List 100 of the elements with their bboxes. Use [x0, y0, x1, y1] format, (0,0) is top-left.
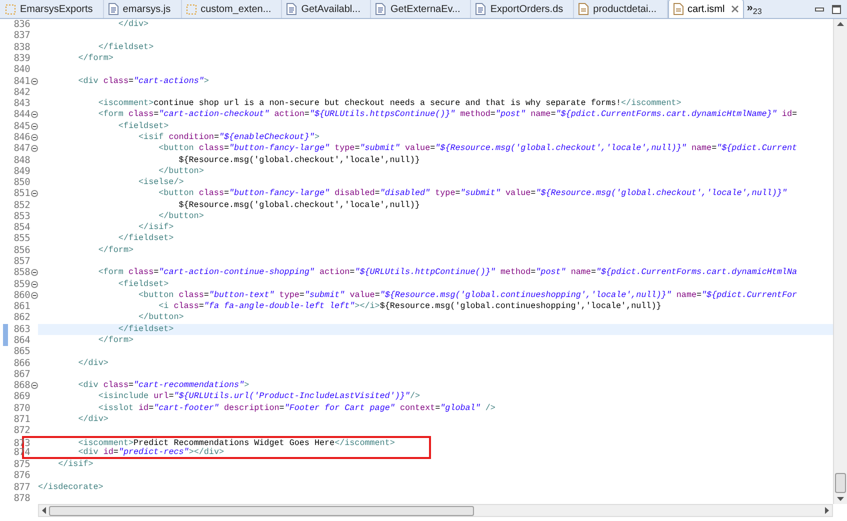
- scroll-down-icon[interactable]: [837, 497, 844, 502]
- editor-tab[interactable]: custom_exten...: [182, 0, 282, 18]
- line-number: 866: [12, 358, 30, 368]
- line-number: 837: [12, 31, 30, 40]
- minimize-icon[interactable]: [815, 5, 824, 13]
- code-line: ${Resource.msg('global.checkout','locale',null)}: [178, 156, 420, 165]
- line-number: 854: [12, 223, 30, 232]
- maximize-icon[interactable]: [832, 4, 841, 14]
- code-line: <fieldset>: [117, 122, 169, 131]
- collapse-icon[interactable]: [30, 269, 38, 276]
- code-line: <isinclude url="${URLUtils.url('Product-IncludeLastVisited')}"/>: [97, 392, 420, 402]
- collapse-icon[interactable]: [30, 134, 38, 141]
- file-icon: [475, 3, 486, 15]
- line-number: 870: [12, 404, 30, 413]
- line-number: 869: [12, 392, 30, 402]
- collapse-icon[interactable]: [30, 292, 38, 299]
- line-number: 858: [12, 268, 30, 278]
- scroll-up-icon[interactable]: [837, 21, 844, 26]
- close-icon[interactable]: [730, 5, 739, 13]
- line-number: 857: [12, 257, 30, 266]
- line-number: 861: [12, 302, 30, 312]
- line-number: 851: [12, 189, 30, 198]
- editor-tab[interactable]: GetAvailabl...: [282, 0, 372, 18]
- code-line: </fieldset>: [97, 42, 154, 52]
- folder-icon: [186, 4, 197, 14]
- line-number: 836: [12, 20, 30, 30]
- file-icon: [375, 3, 386, 15]
- line-number: 875: [12, 460, 30, 470]
- code-line: <i class="fa fa-angle-double-left left"></i>${Resource.msg('global.continueshopping','locale',null)}: [158, 302, 662, 312]
- horizontal-scrollbar[interactable]: [38, 504, 833, 517]
- line-number: 863: [12, 324, 30, 334]
- code-line: </button>: [158, 166, 204, 176]
- vertical-scrollbar[interactable]: [833, 19, 847, 504]
- code-line: </fieldset>: [117, 234, 174, 244]
- editor-tab[interactable]: ExportOrders.ds: [471, 0, 574, 18]
- line-number: 860: [12, 290, 30, 300]
- code-line: </button>: [138, 313, 184, 322]
- line-number: 841: [12, 76, 30, 86]
- line-number: 840: [12, 65, 30, 74]
- editor-tab[interactable]: GetExternaEv...: [371, 0, 472, 18]
- editor-tab[interactable]: cart.isml: [668, 0, 744, 18]
- line-number: 856: [12, 246, 30, 255]
- collapse-icon[interactable]: [30, 145, 38, 152]
- file-icon: [286, 3, 298, 15]
- line-number: 864: [12, 336, 30, 346]
- collapse-icon[interactable]: [30, 78, 38, 85]
- line-number: 844: [12, 110, 30, 120]
- line-number: 842: [12, 88, 30, 97]
- line-number: 838: [12, 42, 30, 52]
- code-line: </div>: [117, 20, 149, 30]
- code-line: <isslot id="cart-footer" description="Footer for Cart page" context="global" />: [97, 404, 496, 413]
- code-line: </isdecorate>: [38, 482, 104, 492]
- file-icon: [672, 3, 684, 15]
- collapse-icon[interactable]: [30, 111, 38, 118]
- code-line: <button class="button-fancy-large" disabled="disabled" type="submit" value="${Resource.msg('global.checkout','locale',null)}": [158, 189, 787, 198]
- line-number: 847: [12, 144, 30, 154]
- collapse-icon[interactable]: [30, 190, 38, 198]
- line-number: 849: [12, 166, 30, 176]
- line-number: 878: [12, 494, 30, 503]
- scroll-thumb[interactable]: [49, 506, 474, 516]
- code-line: <button class="button-text" type="submit" value="${Resource.msg('global.continueshopping','locale',null)}" name="${pdict.CurrentFor: [138, 290, 798, 300]
- code-line: <button class="button-fancy-large" type="submit" value="${Resource.msg('global.checkout','locale',null)}" name="${pdict.Current: [158, 144, 798, 154]
- code-line: <iscomment>Predict Recommendations Widget Goes Here</iscomment>: [77, 438, 395, 448]
- code-line: </div>: [77, 414, 108, 424]
- collapse-icon[interactable]: [30, 280, 38, 288]
- code-line: </div>: [77, 358, 108, 368]
- line-number: 868: [12, 381, 30, 390]
- editor-tab[interactable]: emarsys.js: [104, 0, 182, 18]
- line-number: 867: [12, 370, 30, 379]
- editor-tab[interactable]: productdetai...: [574, 0, 668, 18]
- code-line: </fieldset>: [117, 324, 174, 334]
- code-line: <isif condition="${enableCheckout}">: [138, 132, 320, 142]
- line-number: 850: [12, 178, 30, 188]
- collapse-icon[interactable]: [30, 382, 38, 390]
- folder-icon: [5, 4, 16, 14]
- code-line: <form class="cart-action-continue-shopping" action="${URLUtils.httpContinue()}" method="post" name="${pdict.CurrentForms.cart.dynamicHtmlNa: [97, 268, 798, 278]
- code-line: <fieldset>: [117, 280, 169, 289]
- code-line: <iscomment>continue shop url is a non-secure but checkout needs a secure and that is why separate forms!</iscomment>: [97, 99, 682, 108]
- code-line: <div class="cart-actions">: [77, 76, 209, 86]
- scroll-thumb[interactable]: [835, 473, 846, 493]
- code-line: <div id="predict-recs"></div>: [77, 448, 224, 457]
- line-number: 871: [12, 414, 30, 424]
- line-number: 877: [12, 482, 30, 492]
- collapse-icon[interactable]: [30, 122, 38, 130]
- editor-tab[interactable]: EmarsysExports: [1, 0, 104, 18]
- line-number: 862: [12, 313, 30, 322]
- line-number: 848: [12, 156, 30, 165]
- file-icon: [108, 3, 119, 15]
- scroll-left-icon[interactable]: [41, 507, 46, 514]
- line-number: 846: [12, 132, 30, 142]
- line-number: 852: [12, 200, 30, 210]
- line-number: 845: [12, 122, 30, 131]
- code-line: ${Resource.msg('global.checkout','locale',null)}: [178, 200, 420, 210]
- code-line: <div class="cart-recommendations">: [77, 381, 250, 390]
- scroll-right-icon[interactable]: [825, 507, 830, 514]
- line-number: 839: [12, 54, 30, 63]
- line-number: 872: [12, 426, 30, 436]
- line-number: 865: [12, 347, 30, 356]
- line-number: 859: [12, 280, 30, 289]
- line-number: 853: [12, 212, 30, 221]
